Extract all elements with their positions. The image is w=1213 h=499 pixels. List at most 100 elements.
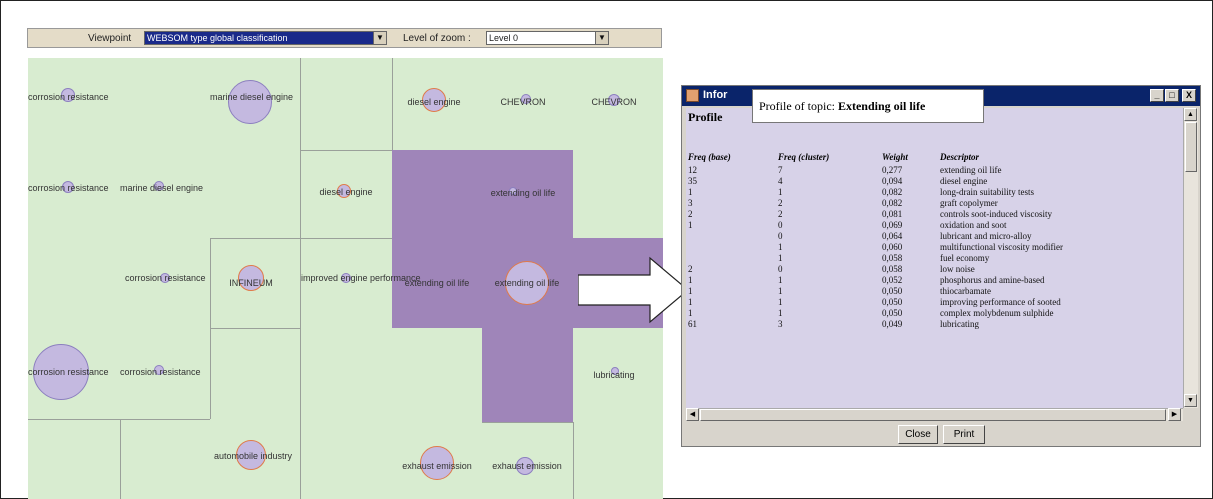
grid-line: [28, 419, 210, 420]
table-cell: oxidation and soot: [940, 220, 1007, 230]
table-row: 35 4 0,094 diesel engine: [686, 176, 1183, 187]
zoom-select[interactable]: Level 0: [486, 31, 596, 45]
topic-label[interactable]: INFINEUM: [213, 279, 289, 288]
tooltip-prefix: Profile of topic:: [759, 99, 838, 113]
topic-label[interactable]: automobile industry: [214, 452, 292, 461]
scroll-thumb[interactable]: [1185, 122, 1197, 172]
table-cell: lubricant and micro-alloy: [940, 231, 1032, 241]
topic-label[interactable]: exhaust emission: [392, 462, 482, 471]
table-cell: 35: [688, 176, 697, 186]
table-cell: phosphorus and amine-based: [940, 275, 1045, 285]
table-cell: 0,069: [882, 220, 903, 230]
zoom-dropdown-icon[interactable]: ▼: [595, 31, 609, 45]
viewpoint-dropdown-icon[interactable]: ▼: [373, 31, 387, 45]
topic-label[interactable]: marine diesel engine: [120, 184, 203, 193]
table-cell: 1: [778, 187, 783, 197]
minimize-button[interactable]: _: [1150, 89, 1164, 102]
app-icon: [686, 89, 699, 102]
table-row: 1 1 0,050 improving performance of sooted: [686, 297, 1183, 308]
table-cell: 0,050: [882, 297, 903, 307]
topic-map: corrosion resistance marine diesel engin…: [28, 58, 663, 499]
table-cell: 1: [688, 286, 693, 296]
grid-line: [392, 58, 393, 150]
table-cell: 0,082: [882, 187, 903, 197]
table-cell: lubricating: [940, 319, 979, 329]
column-header: Freq (base): [688, 152, 731, 162]
topic-tooltip: Profile of topic: Extending oil life: [752, 89, 984, 123]
viewpoint-select[interactable]: WEBSOM type global classification: [144, 31, 374, 45]
topic-label[interactable]: diesel engine: [304, 188, 388, 197]
table-cell: 0: [778, 231, 783, 241]
table-row: 0 0,064 lubricant and micro-alloy: [686, 231, 1183, 242]
table-cell: 0: [778, 220, 783, 230]
grid-line: [482, 422, 573, 423]
scroll-left-icon[interactable]: ◀: [686, 408, 699, 421]
topic-label[interactable]: extending oil life: [483, 279, 571, 288]
table-row: 61 3 0,049 lubricating: [686, 319, 1183, 330]
topic-label[interactable]: corrosion resistance: [28, 184, 109, 193]
table-cell: 1: [688, 187, 693, 197]
print-button[interactable]: Print: [943, 425, 985, 444]
scroll-down-icon[interactable]: ▼: [1184, 394, 1197, 407]
table-cell: 1: [688, 297, 693, 307]
table-cell: 1: [778, 253, 783, 263]
table-cell: extending oil life: [940, 165, 1002, 175]
table-row: 3 2 0,082 graft copolymer: [686, 198, 1183, 209]
table-cell: 0,050: [882, 286, 903, 296]
topic-label[interactable]: corrosion resistance: [28, 93, 109, 102]
table-cell: 1: [688, 220, 693, 230]
grid-line: [300, 150, 392, 151]
topic-label[interactable]: corrosion resistance: [28, 368, 109, 377]
table-cell: 1: [778, 286, 783, 296]
table-cell: graft copolymer: [940, 198, 998, 208]
table-row: 1 1 0,052 phosphorus and amine-based: [686, 275, 1183, 286]
table-cell: controls soot-induced viscosity: [940, 209, 1052, 219]
table-row: 1 0,060 multifunctional viscosity modifier: [686, 242, 1183, 253]
table-cell: 0,058: [882, 264, 903, 274]
topic-label[interactable]: extending oil life: [478, 189, 568, 198]
table-cell: 2: [688, 264, 693, 274]
table-cell: 3: [688, 198, 693, 208]
table-cell: 2: [778, 198, 783, 208]
table-cell: multifunctional viscosity modifier: [940, 242, 1063, 252]
table-cell: 0,094: [882, 176, 903, 186]
table-cell: 0,050: [882, 308, 903, 318]
viewpoint-label: Viewpoint: [88, 33, 132, 44]
table-cell: 0,082: [882, 198, 903, 208]
topic-label[interactable]: CHEVRON: [574, 98, 654, 107]
vertical-scrollbar[interactable]: ▲ ▼: [1183, 108, 1198, 408]
column-header: Weight: [882, 152, 908, 162]
topic-label[interactable]: corrosion resistance: [125, 274, 206, 283]
topic-circle[interactable]: [228, 80, 272, 124]
topic-label[interactable]: corrosion resistance: [120, 368, 201, 377]
dialog-title: Infor: [703, 89, 728, 101]
table-cell: 3: [778, 319, 783, 329]
topic-label[interactable]: exhaust emission: [482, 462, 572, 471]
topic-label[interactable]: marine diesel engine: [210, 93, 293, 102]
table-row: 2 0 0,058 low noise: [686, 264, 1183, 275]
close-window-button[interactable]: X: [1182, 89, 1196, 102]
close-button[interactable]: Close: [898, 425, 938, 444]
table-cell: complex molybdenum sulphide: [940, 308, 1054, 318]
topic-label[interactable]: improved engine performance: [301, 274, 421, 283]
horizontal-scrollbar[interactable]: ◀ ▶: [686, 408, 1183, 421]
grid-line: [120, 419, 121, 499]
scroll-up-icon[interactable]: ▲: [1184, 108, 1197, 121]
topic-label[interactable]: CHEVRON: [483, 98, 563, 107]
table-row: 2 2 0,081 controls soot-induced viscosity: [686, 209, 1183, 220]
topic-label[interactable]: lubricating: [574, 371, 654, 380]
profile-content: Profile Freq (base) Freq (cluster) Weigh…: [686, 108, 1183, 408]
topic-label[interactable]: extending oil life: [394, 279, 480, 288]
scroll-thumb-h[interactable]: [700, 409, 1166, 421]
table-cell: long-drain suitability tests: [940, 187, 1034, 197]
table-cell: 12: [688, 165, 697, 175]
table-cell: 61: [688, 319, 697, 329]
scroll-right-icon[interactable]: ▶: [1168, 408, 1181, 421]
table-cell: 0,277: [882, 165, 903, 175]
tooltip-topic: Extending oil life: [837, 99, 926, 113]
maximize-button[interactable]: □: [1165, 89, 1179, 102]
map-toolbar: Viewpoint WEBSOM type global classificat…: [27, 28, 662, 48]
table-row: 12 7 0,277 extending oil life: [686, 165, 1183, 176]
topic-label[interactable]: diesel engine: [394, 98, 474, 107]
table-cell: 0,058: [882, 253, 903, 263]
